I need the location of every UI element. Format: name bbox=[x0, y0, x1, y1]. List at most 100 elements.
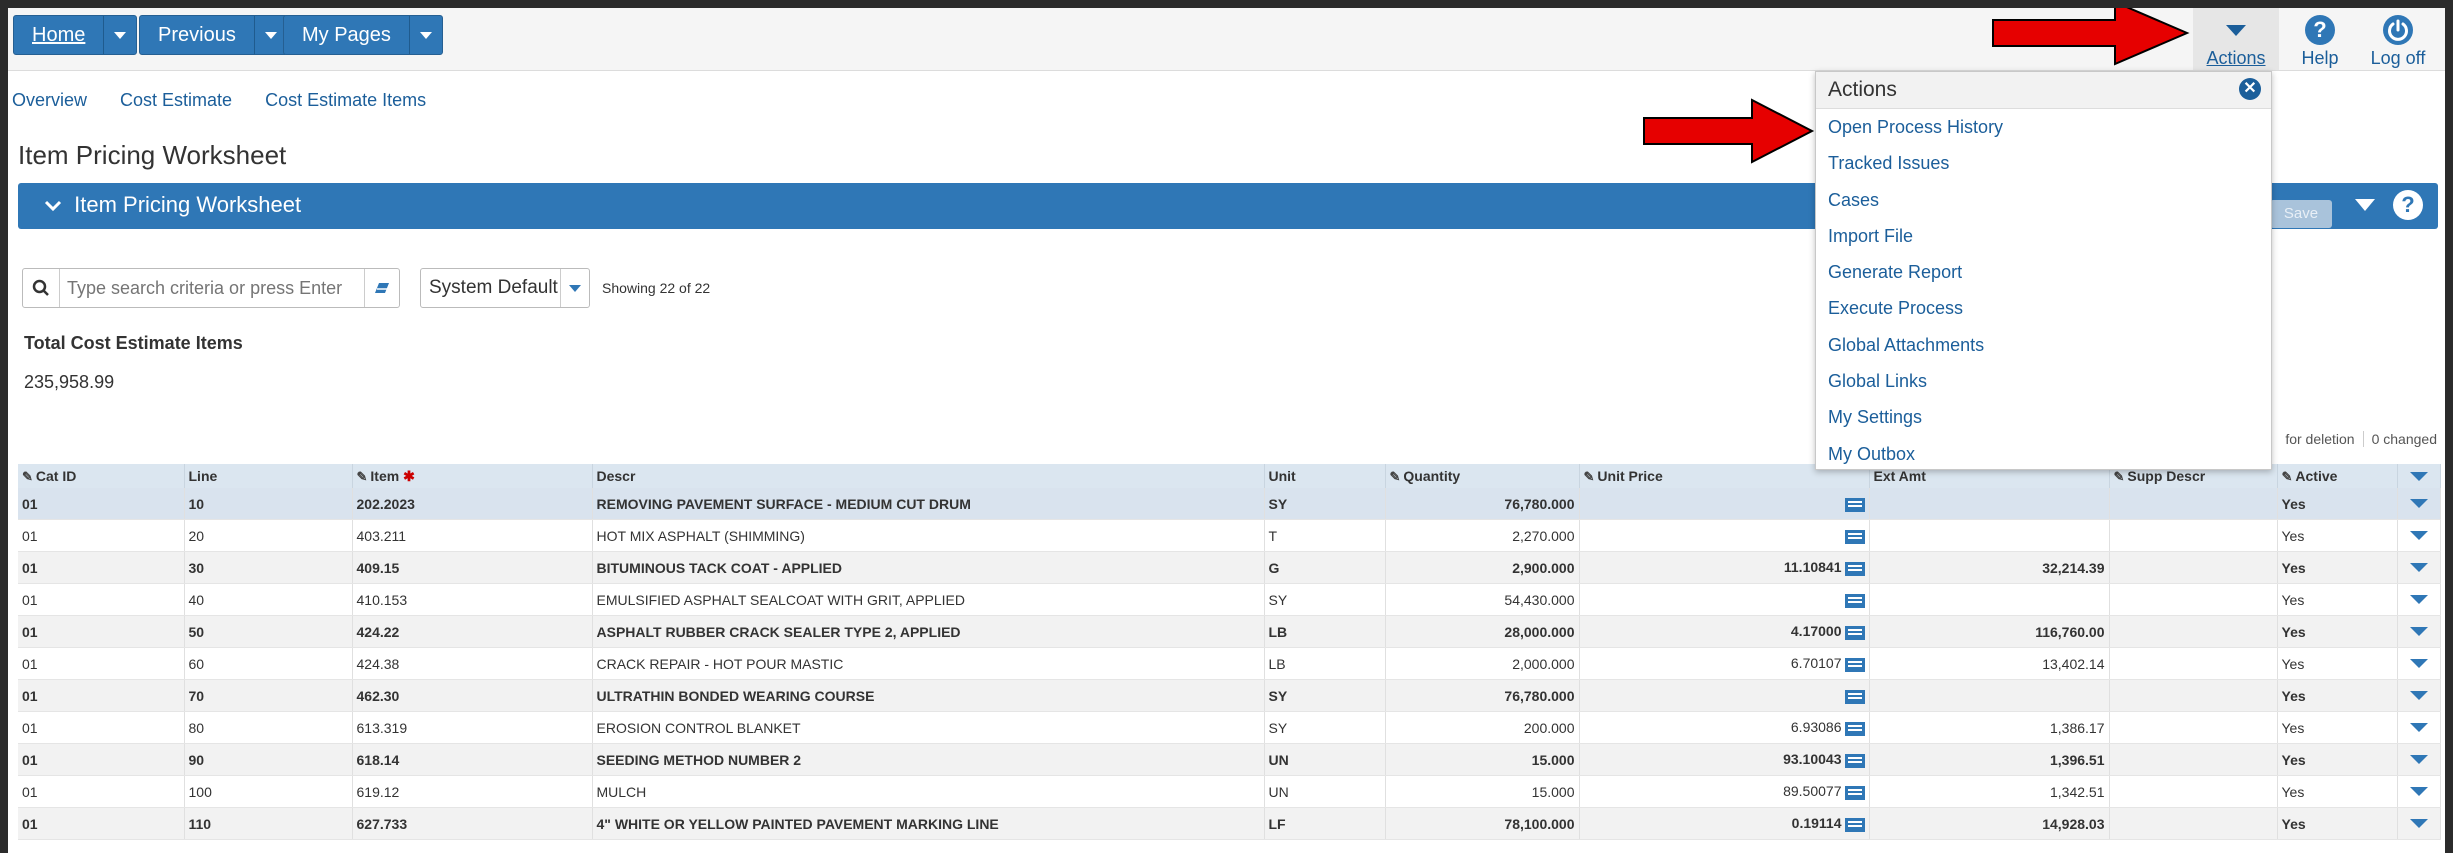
col-header-unit[interactable]: Unit bbox=[1264, 464, 1386, 488]
cell-quantity[interactable]: 15.000 bbox=[1385, 775, 1580, 808]
help-button[interactable]: ? Help bbox=[2280, 8, 2360, 70]
cell-unit[interactable]: LF bbox=[1264, 807, 1386, 840]
cell-catid[interactable]: 01 bbox=[18, 551, 185, 584]
home-button-group[interactable]: Home bbox=[13, 15, 138, 55]
cell-active[interactable]: Yes bbox=[2277, 615, 2398, 648]
col-header-menu[interactable] bbox=[2397, 464, 2441, 488]
table-row[interactable]: 01 50 424.22 ASPHALT RUBBER CRACK SEALER TY… bbox=[18, 615, 2441, 648]
cell-unit[interactable]: LB bbox=[1264, 615, 1386, 648]
cell-item[interactable]: 403.211 bbox=[352, 519, 593, 552]
cell-line[interactable]: 90 bbox=[184, 743, 353, 776]
cell-quantity[interactable]: 15.000 bbox=[1385, 743, 1580, 776]
cell-supp-descr[interactable] bbox=[2109, 488, 2278, 520]
cell-item[interactable]: 424.38 bbox=[352, 647, 593, 680]
cell-catid[interactable]: 01 bbox=[18, 775, 185, 808]
col-header-quantity[interactable]: ✎ Quantity bbox=[1385, 464, 1580, 488]
link-overview[interactable]: Overview bbox=[12, 90, 87, 110]
table-row[interactable]: 01 80 613.319 EROSION CONTROL BLANKET SY 200.… bbox=[18, 711, 2441, 744]
cell-line[interactable]: 40 bbox=[184, 583, 353, 616]
calculator-icon[interactable] bbox=[1844, 561, 1865, 576]
cell-ext-amt[interactable] bbox=[1869, 583, 2110, 616]
link-cost-estimate-items[interactable]: Cost Estimate Items bbox=[265, 90, 426, 110]
cell-item[interactable]: 619.12 bbox=[352, 775, 593, 808]
view-select[interactable]: System Default bbox=[420, 268, 590, 308]
cell-item[interactable]: 462.30 bbox=[352, 679, 593, 712]
row-menu-cell[interactable] bbox=[2397, 519, 2441, 552]
row-menu-cell[interactable] bbox=[2397, 679, 2441, 712]
previous-dropdown-toggle[interactable] bbox=[253, 16, 287, 54]
cell-supp-descr[interactable] bbox=[2109, 583, 2278, 616]
cell-catid[interactable]: 01 bbox=[18, 679, 185, 712]
cell-quantity[interactable]: 28,000.000 bbox=[1385, 615, 1580, 648]
row-menu-cell[interactable] bbox=[2397, 488, 2441, 520]
cell-unit-price[interactable] bbox=[1579, 679, 1870, 712]
cell-quantity[interactable]: 2,000.000 bbox=[1385, 647, 1580, 680]
cell-line[interactable]: 10 bbox=[184, 488, 353, 520]
cell-descr[interactable]: BITUMINOUS TACK COAT - APPLIED bbox=[592, 551, 1265, 584]
cell-line[interactable]: 80 bbox=[184, 711, 353, 744]
table-row[interactable]: 01 60 424.38 CRACK REPAIR - HOT POUR MASTIC… bbox=[18, 647, 2441, 680]
calculator-icon[interactable] bbox=[1844, 497, 1865, 512]
calculator-icon[interactable] bbox=[1844, 753, 1865, 768]
table-row[interactable]: 01 100 619.12 MULCH UN 15.000 89.50077 1,342.51… bbox=[18, 775, 2441, 808]
menu-item-generate-report[interactable]: Generate Report bbox=[1816, 254, 2271, 290]
cell-active[interactable]: Yes bbox=[2277, 679, 2398, 712]
cell-quantity[interactable]: 200.000 bbox=[1385, 711, 1580, 744]
home-button[interactable]: Home bbox=[14, 16, 103, 54]
cell-active[interactable]: Yes bbox=[2277, 711, 2398, 744]
cell-supp-descr[interactable] bbox=[2109, 807, 2278, 840]
calculator-icon[interactable] bbox=[1844, 721, 1865, 736]
cell-ext-amt[interactable]: 1,396.51 bbox=[1869, 743, 2110, 776]
row-menu-cell[interactable] bbox=[2397, 583, 2441, 616]
cell-active[interactable]: Yes bbox=[2277, 647, 2398, 680]
cell-ext-amt[interactable]: 1,342.51 bbox=[1869, 775, 2110, 808]
cell-catid[interactable]: 01 bbox=[18, 615, 185, 648]
cell-supp-descr[interactable] bbox=[2109, 775, 2278, 808]
cell-unit-price[interactable] bbox=[1579, 519, 1870, 552]
save-button[interactable]: Save bbox=[2270, 200, 2332, 228]
close-icon[interactable]: ✕ bbox=[2239, 78, 2261, 100]
cell-line[interactable]: 60 bbox=[184, 647, 353, 680]
menu-item-cases[interactable]: Cases bbox=[1816, 182, 2271, 218]
menu-item-my-outbox[interactable]: My Outbox bbox=[1816, 436, 2271, 472]
table-row[interactable]: 01 110 627.733 4" WHITE OR YELLOW PAINTED P… bbox=[18, 807, 2441, 840]
cell-supp-descr[interactable] bbox=[2109, 519, 2278, 552]
table-row[interactable]: 01 40 410.153 EMULSIFIED ASPHALT SEALCOAT W… bbox=[18, 583, 2441, 616]
panel-title-wrap[interactable]: Item Pricing Worksheet bbox=[44, 192, 301, 218]
cell-unit-price[interactable]: 6.70107 bbox=[1579, 647, 1870, 680]
row-menu-cell[interactable] bbox=[2397, 551, 2441, 584]
table-row[interactable]: 01 20 403.211 HOT MIX ASPHALT (SHIMMING) T 2,… bbox=[18, 519, 2441, 552]
actions-button[interactable]: Actions bbox=[2193, 8, 2279, 70]
cell-supp-descr[interactable] bbox=[2109, 711, 2278, 744]
row-menu-cell[interactable] bbox=[2397, 775, 2441, 808]
menu-item-global-attachments[interactable]: Global Attachments bbox=[1816, 327, 2271, 363]
cell-item[interactable]: 424.22 bbox=[352, 615, 593, 648]
previous-button[interactable]: Previous bbox=[140, 16, 254, 54]
menu-item-my-settings[interactable]: My Settings bbox=[1816, 399, 2271, 435]
cell-supp-descr[interactable] bbox=[2109, 679, 2278, 712]
cell-descr[interactable]: 4" WHITE OR YELLOW PAINTED PAVEMENT MARK… bbox=[592, 807, 1265, 840]
menu-item-tracked-issues[interactable]: Tracked Issues bbox=[1816, 145, 2271, 181]
cell-active[interactable]: Yes bbox=[2277, 583, 2398, 616]
cell-unit[interactable]: G bbox=[1264, 551, 1386, 584]
calculator-icon[interactable] bbox=[1844, 817, 1865, 832]
cell-active[interactable]: Yes bbox=[2277, 743, 2398, 776]
cell-item[interactable]: 613.319 bbox=[352, 711, 593, 744]
cell-catid[interactable]: 01 bbox=[18, 807, 185, 840]
cell-active[interactable]: Yes bbox=[2277, 551, 2398, 584]
cell-quantity[interactable]: 78,100.000 bbox=[1385, 807, 1580, 840]
cell-unit[interactable]: SY bbox=[1264, 711, 1386, 744]
cell-catid[interactable]: 01 bbox=[18, 583, 185, 616]
cell-ext-amt[interactable] bbox=[1869, 519, 2110, 552]
mypages-button[interactable]: My Pages bbox=[284, 16, 409, 54]
row-menu-cell[interactable] bbox=[2397, 615, 2441, 648]
search-icon[interactable] bbox=[23, 269, 60, 307]
menu-item-import-file[interactable]: Import File bbox=[1816, 218, 2271, 254]
cell-line[interactable]: 30 bbox=[184, 551, 353, 584]
table-row[interactable]: 01 90 618.14 SEEDING METHOD NUMBER 2 UN 15.00… bbox=[18, 743, 2441, 776]
cell-unit-price[interactable]: 93.10043 bbox=[1579, 743, 1870, 776]
cell-ext-amt[interactable]: 32,214.39 bbox=[1869, 551, 2110, 584]
cell-supp-descr[interactable] bbox=[2109, 647, 2278, 680]
search-input[interactable] bbox=[65, 274, 349, 302]
cell-ext-amt[interactable]: 14,928.03 bbox=[1869, 807, 2110, 840]
